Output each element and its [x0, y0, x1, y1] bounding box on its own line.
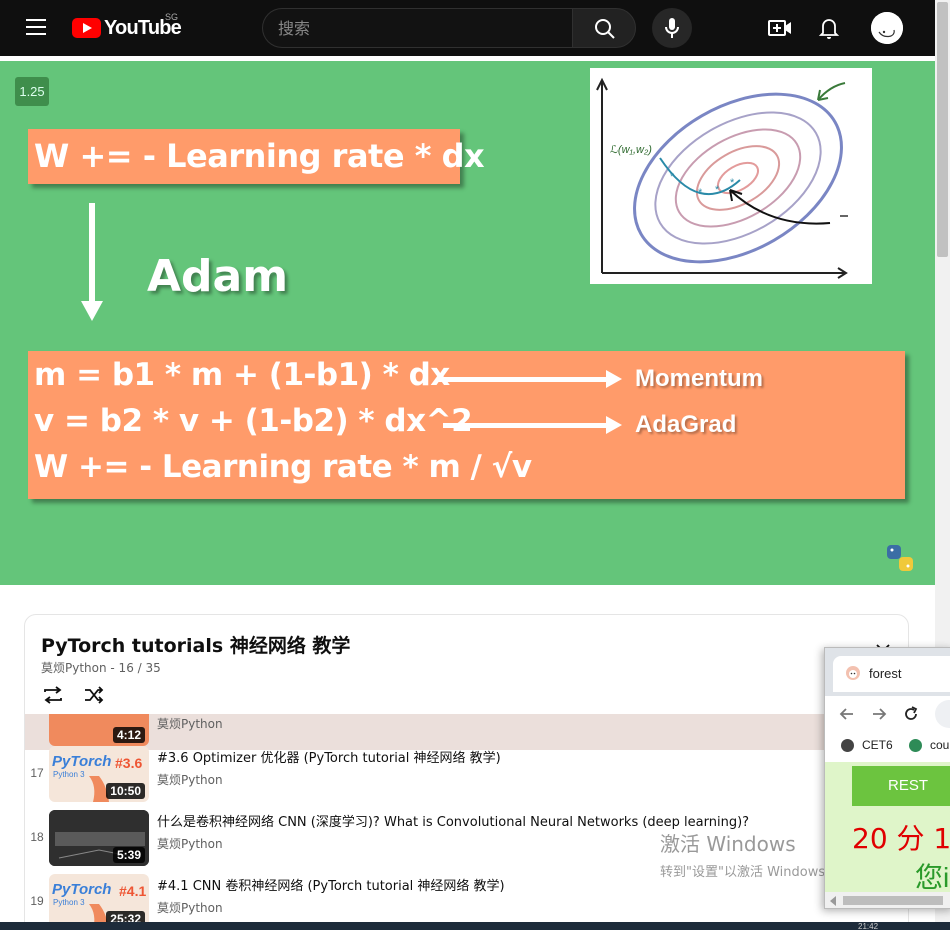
svg-text:*: * — [730, 177, 735, 189]
playlist-item-channel: 莫烦Python — [157, 901, 223, 915]
notifications-button[interactable] — [816, 15, 842, 41]
video-player[interactable]: 1.25 W += - Learning rate * dx Adam * * … — [0, 61, 935, 585]
label-momentum: Momentum — [635, 365, 763, 392]
loop-playlist-icon[interactable] — [41, 684, 65, 706]
svg-text:Python 3: Python 3 — [53, 770, 85, 779]
playlist-item[interactable]: 17 PyTorch Python 3 #3.6 10:50 #3.6 Opti… — [25, 742, 908, 806]
taskbar-clock: 21:42 — [858, 922, 879, 930]
page-scrollbar-thumb[interactable] — [937, 2, 948, 257]
windows-taskbar: 21:42 — [0, 922, 950, 930]
python-logo-watermark-icon — [887, 545, 913, 571]
avatar-icon — [871, 12, 903, 44]
playlist-items: 4:12 莫烦Python 17 PyTorch Python 3 #3.6 1… — [25, 714, 908, 930]
playlist-title[interactable]: PyTorch tutorials 神经网络 教学 — [41, 631, 350, 658]
search-icon — [595, 19, 615, 39]
bell-icon — [818, 19, 840, 39]
forest-favicon-icon — [846, 666, 860, 680]
rest-button[interactable]: REST — [852, 766, 950, 806]
arrow-to-momentum — [438, 370, 622, 388]
bookmark-label: CET6 — [862, 738, 893, 752]
forest-timer-page: REST 20 分 17 您i — [825, 762, 950, 893]
bookmark-site-icon — [909, 738, 922, 752]
svg-text:#4.1: #4.1 — [119, 883, 146, 899]
shuffle-playlist-icon[interactable] — [82, 684, 106, 706]
playlist-item-channel: 莫烦Python — [157, 773, 223, 787]
forward-arrow-icon[interactable] — [869, 704, 889, 724]
arrow-to-adagrad — [443, 416, 622, 434]
svg-text:*: * — [698, 187, 703, 199]
playlist-item-channel: 莫烦Python — [157, 837, 223, 851]
popup-nav-bar — [825, 696, 950, 732]
playlist-item[interactable]: 18 5:39 什么是卷积神经网络 CNN (深度学习)? What is Co… — [25, 806, 908, 870]
label-adagrad: AdaGrad — [635, 411, 737, 438]
popup-scrollbar-thumb[interactable] — [843, 896, 943, 905]
video-duration: 5:39 — [112, 847, 145, 863]
search-input[interactable] — [262, 8, 573, 48]
slide-down-arrow — [81, 203, 103, 321]
back-arrow-icon[interactable] — [837, 704, 857, 724]
playlist-item-channel: 莫烦Python — [157, 717, 223, 731]
slide-contour-graph: * * * * ℒ(w₁,w₂) — [590, 68, 872, 284]
account-avatar[interactable] — [871, 12, 903, 44]
masthead: YouTube SG — [0, 0, 935, 56]
svg-text:PyTorch: PyTorch — [52, 753, 111, 770]
playlist-item-index: 19 — [30, 894, 44, 908]
playlist-item-index: 17 — [30, 766, 44, 780]
forest-popup-window: forest CET6 cou REST 20 分 17 您i — [824, 647, 950, 909]
playlist-panel: PyTorch tutorials 神经网络 教学 莫烦Python - 16 … — [24, 614, 909, 930]
voice-search-button[interactable] — [652, 8, 692, 48]
timer-message: 您i — [915, 862, 950, 893]
video-duration: 4:12 — [112, 727, 145, 743]
popup-tab-strip: forest — [825, 648, 950, 696]
svg-text:#3.6: #3.6 — [115, 755, 142, 771]
slide-update-rule-box: W += - Learning rate * dx — [28, 129, 485, 184]
slide-heading: Adam — [147, 251, 289, 302]
playlist-subtitle: 莫烦Python - 16 / 35 — [41, 661, 161, 675]
youtube-play-icon — [72, 18, 101, 38]
svg-text:*: * — [715, 184, 720, 196]
reload-icon[interactable] — [901, 704, 921, 724]
svg-text:ℒ(w₁,w₂): ℒ(w₁,w₂) — [610, 144, 652, 156]
equation-v: v = b2 * v + (1-b2) * dx^2 — [34, 403, 473, 439]
slide-adam-equations-box: m = b1 * m + (1-b1) * dx Momentum v = b2… — [28, 351, 905, 499]
playlist-item-thumbnail: PyTorch Python 3 #3.6 10:50 — [49, 746, 149, 802]
bookmark-course[interactable]: cou — [909, 738, 949, 752]
playlist-item-title: #4.1 CNN 卷积神经网络 (PyTorch tutorial 神经网络 教… — [157, 879, 505, 894]
scroll-left-arrow-icon[interactable] — [830, 896, 836, 906]
playback-speed-badge: 1.25 — [15, 77, 49, 106]
equation-m: m = b1 * m + (1-b1) * dx — [34, 357, 450, 393]
playlist-item-index: 18 — [30, 830, 44, 844]
globe-icon — [841, 738, 854, 752]
playlist-item-title: #3.6 Optimizer 优化器 (PyTorch tutorial 神经网… — [157, 751, 501, 766]
popup-address-bar[interactable] — [935, 700, 950, 728]
bookmark-label: cou — [930, 738, 950, 752]
playlist-item-title: 什么是卷积神经网络 CNN (深度学习)? What is Convolutio… — [157, 815, 750, 830]
region-code: SG — [165, 12, 179, 22]
timer-display: 20 分 17 — [852, 822, 950, 855]
search-button[interactable] — [572, 8, 636, 48]
popup-bookmarks-bar: CET6 cou — [825, 732, 950, 760]
playlist-item-thumbnail: 5:39 — [49, 810, 149, 866]
contour-plot-figure: * * * * ℒ(w₁,w₂) — [596, 77, 848, 279]
playlist-item[interactable]: 19 PyTorch Python 3 #4.1 25:32 #4.1 CNN … — [25, 870, 908, 930]
create-button[interactable] — [767, 15, 793, 41]
svg-text:PyTorch: PyTorch — [52, 881, 111, 898]
equation-w: W += - Learning rate * m / √v — [34, 449, 532, 485]
svg-text:Python 3: Python 3 — [53, 898, 85, 907]
bookmark-cet6[interactable]: CET6 — [841, 738, 893, 752]
video-camera-add-icon — [768, 20, 791, 36]
microphone-icon — [665, 18, 679, 38]
hamburger-menu-icon[interactable] — [26, 19, 46, 35]
video-duration: 10:50 — [106, 783, 145, 799]
popup-horizontal-scrollbar[interactable] — [825, 892, 950, 908]
slide-update-rule: W += - Learning rate * dx — [34, 137, 485, 175]
popup-tab-title: forest — [869, 666, 902, 681]
svg-text:*: * — [670, 171, 675, 183]
